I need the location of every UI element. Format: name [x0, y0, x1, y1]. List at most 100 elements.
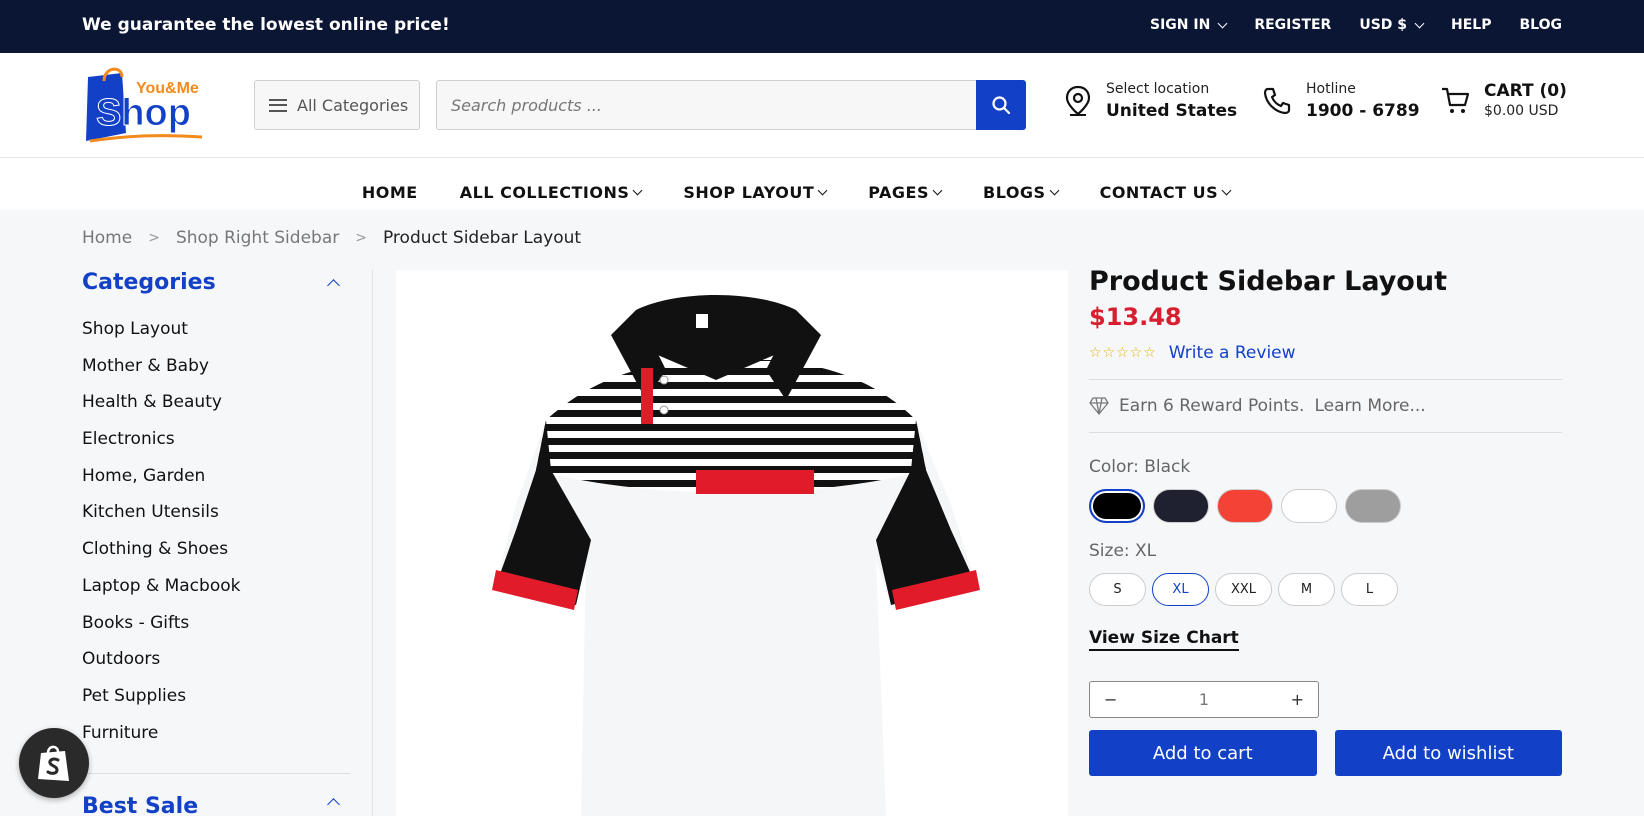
size-option-m[interactable]: M — [1278, 573, 1335, 606]
category-item[interactable]: Mother & Baby — [82, 348, 350, 385]
hotline-value: 1900 - 6789 — [1306, 101, 1420, 121]
search-input[interactable] — [436, 80, 976, 130]
color-swatch-black[interactable] — [1089, 489, 1145, 523]
learn-more-link[interactable]: Learn More... — [1314, 396, 1425, 416]
polo-shirt-image — [492, 295, 980, 816]
category-item[interactable]: Books - Gifts — [82, 605, 350, 642]
location-selector[interactable]: Select location United States — [1064, 81, 1237, 121]
view-size-chart-link[interactable]: View Size Chart — [1089, 628, 1239, 651]
nav-all-collections[interactable]: ALL COLLECTIONS — [460, 174, 643, 210]
chevron-down-icon — [1049, 185, 1060, 195]
search-bar — [436, 80, 1026, 130]
category-item[interactable]: Outdoors — [82, 641, 350, 678]
svg-text:Shop: Shop — [96, 92, 191, 134]
add-to-wishlist-button[interactable]: Add to wishlist — [1334, 730, 1562, 776]
sign-in-link[interactable]: SIGN IN — [1150, 17, 1228, 33]
breadcrumb-home[interactable]: Home — [82, 228, 132, 248]
menu-icon — [269, 98, 287, 112]
cart-button[interactable]: CART (0) $0.00 USD — [1440, 81, 1567, 119]
divider — [1089, 432, 1562, 433]
chevron-up-icon[interactable] — [327, 279, 340, 292]
category-item[interactable]: Electronics — [82, 421, 350, 458]
chevron-right-icon: > — [148, 230, 160, 246]
sidebar-divider — [82, 773, 350, 774]
currency-selector[interactable]: USD $ — [1359, 17, 1425, 33]
nav-blogs[interactable]: BLOGS — [983, 174, 1060, 210]
top-links: SIGN IN REGISTER USD $ HELP BLOG — [1150, 17, 1562, 33]
color-swatch-white[interactable] — [1281, 489, 1337, 523]
hotline-label: Hotline — [1306, 81, 1356, 97]
color-label: Color: Black — [1089, 457, 1191, 477]
size-option-l[interactable]: L — [1341, 573, 1398, 606]
register-link[interactable]: REGISTER — [1254, 17, 1331, 33]
best-sale-header[interactable]: Best Sale — [82, 794, 350, 816]
review-row: ☆☆☆☆☆ Write a Review — [1089, 343, 1562, 363]
nav-pages[interactable]: PAGES — [868, 174, 943, 210]
cart-label: CART (0) — [1484, 81, 1567, 101]
search-button[interactable] — [976, 80, 1026, 130]
chevron-right-icon: > — [355, 230, 367, 246]
chevron-down-icon — [932, 185, 943, 195]
product-image[interactable] — [396, 270, 1068, 816]
qty-value[interactable]: 1 — [1199, 690, 1209, 709]
chevron-down-icon — [1217, 18, 1228, 28]
cart-total: $0.00 USD — [1484, 103, 1559, 119]
size-option-xxl[interactable]: XXL — [1215, 573, 1272, 606]
add-to-cart-button[interactable]: Add to cart — [1089, 730, 1317, 776]
nav-home[interactable]: HOME — [362, 174, 418, 210]
categories-header[interactable]: Categories — [82, 270, 350, 295]
size-option-xl[interactable]: XL — [1152, 573, 1209, 606]
chevron-down-icon — [632, 185, 643, 195]
category-item[interactable]: Pet Supplies — [82, 678, 350, 715]
nav-contact-us[interactable]: CONTACT US — [1100, 174, 1232, 210]
quantity-stepper: − 1 + — [1089, 681, 1319, 718]
color-swatch-grey[interactable] — [1345, 489, 1401, 523]
phone-icon — [1263, 87, 1291, 115]
location-pin-icon — [1065, 85, 1091, 116]
color-swatches — [1089, 489, 1562, 523]
category-item[interactable]: Laptop & Macbook — [82, 568, 350, 605]
top-bar: We guarantee the lowest online price! SI… — [0, 0, 1644, 53]
size-label: Size: XL — [1089, 541, 1157, 561]
help-link[interactable]: HELP — [1451, 17, 1491, 33]
chevron-up-icon[interactable] — [327, 798, 340, 811]
promo-text: We guarantee the lowest online price! — [82, 15, 450, 35]
search-icon — [992, 96, 1011, 115]
category-sidebar: Categories Shop Layout Mother & Baby Hea… — [82, 270, 350, 751]
product-title: Product Sidebar Layout — [1089, 266, 1447, 297]
category-item[interactable]: Furniture — [82, 715, 350, 752]
size-option-s[interactable]: S — [1089, 573, 1146, 606]
category-item[interactable]: Home, Garden — [82, 458, 350, 495]
product-actions: Add to cart Add to wishlist — [1089, 730, 1562, 776]
hotline[interactable]: Hotline 1900 - 6789 — [1262, 81, 1420, 121]
sidebar-separator — [372, 270, 373, 816]
shop-logo[interactable]: You&Me Shop — [82, 63, 214, 147]
blog-link[interactable]: BLOG — [1520, 17, 1563, 33]
color-swatch-red[interactable] — [1217, 489, 1273, 523]
product-info: Product Sidebar Layout $13.48 ☆☆☆☆☆ Writ… — [1089, 266, 1562, 776]
write-review-link[interactable]: Write a Review — [1169, 343, 1296, 363]
chevron-down-icon — [817, 185, 828, 195]
size-options: S XL XXL M L — [1089, 573, 1562, 606]
category-item[interactable]: Clothing & Shoes — [82, 531, 350, 568]
shopify-badge[interactable] — [19, 728, 89, 798]
chevron-down-icon — [1414, 18, 1425, 28]
qty-increase-button[interactable]: + — [1291, 690, 1304, 709]
chevron-down-icon — [1221, 185, 1232, 195]
all-categories-button[interactable]: All Categories — [254, 80, 420, 130]
category-item[interactable]: Shop Layout — [82, 311, 350, 348]
breadcrumb-parent[interactable]: Shop Right Sidebar — [176, 228, 339, 248]
rating-stars: ☆☆☆☆☆ — [1089, 345, 1157, 361]
location-value: United States — [1106, 101, 1238, 121]
main-content: Home > Shop Right Sidebar > Product Side… — [0, 210, 1644, 816]
qty-decrease-button[interactable]: − — [1104, 690, 1117, 709]
category-item[interactable]: Health & Beauty — [82, 384, 350, 421]
reward-points: Earn 6 Reward Points. Learn More... — [1089, 396, 1562, 416]
breadcrumb-current: Product Sidebar Layout — [382, 228, 582, 248]
color-swatch-navy[interactable] — [1153, 489, 1209, 523]
nav-shop-layout[interactable]: SHOP LAYOUT — [683, 174, 828, 210]
shopify-bag-icon — [38, 745, 69, 781]
category-item[interactable]: Kitchen Utensils — [82, 494, 350, 531]
location-label: Select location — [1106, 81, 1210, 97]
diamond-icon — [1089, 397, 1109, 415]
